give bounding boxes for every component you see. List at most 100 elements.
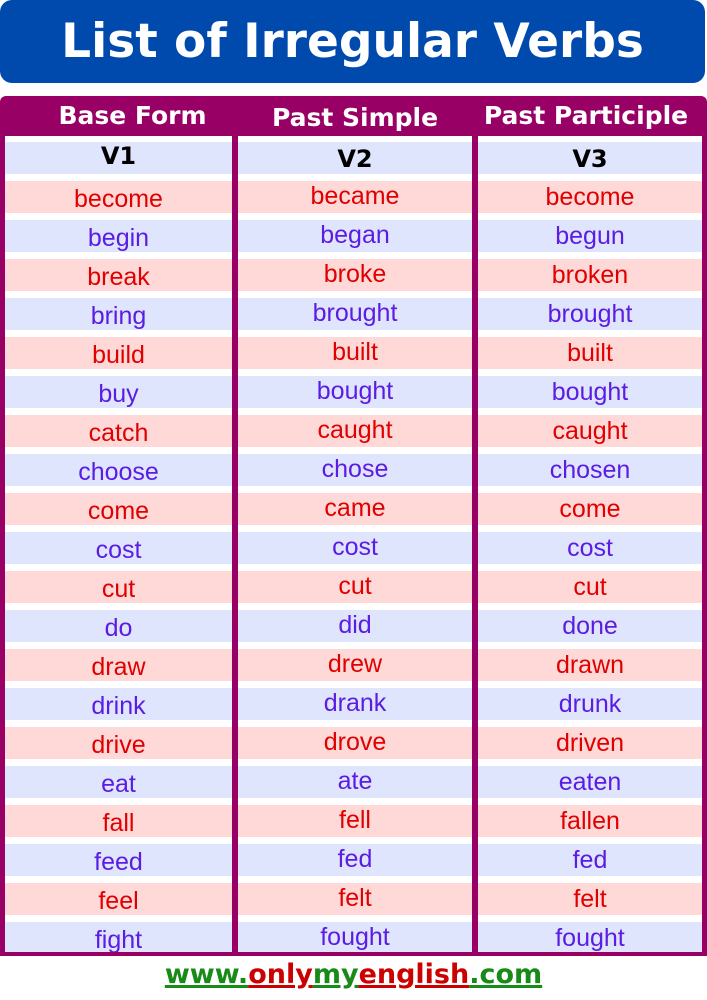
verb-text: drank bbox=[323, 689, 387, 717]
verb-cell-v1: choose bbox=[5, 454, 232, 486]
footer-part[interactable]: www. bbox=[165, 959, 248, 990]
verb-text: bought bbox=[551, 378, 629, 406]
verb-cell-v2: became bbox=[238, 181, 472, 213]
verb-text: brought bbox=[312, 299, 398, 327]
verb-cell-v3: chosen bbox=[478, 454, 702, 486]
verb-text: begun bbox=[555, 222, 625, 250]
verb-text: eaten bbox=[558, 768, 622, 796]
verb-text: began bbox=[320, 221, 390, 249]
verb-text: came bbox=[324, 494, 386, 522]
subheader-label: V1 bbox=[100, 142, 137, 170]
verb-text: fallen bbox=[560, 807, 620, 835]
verb-cell-v2: felt bbox=[238, 883, 472, 915]
verb-text: fought bbox=[320, 923, 390, 951]
footer-part[interactable]: english bbox=[359, 959, 470, 990]
verb-cell-v2: broke bbox=[238, 259, 472, 291]
verb-text: felt bbox=[338, 884, 372, 912]
verb-cell-v1: cost bbox=[5, 532, 232, 564]
verb-text: became bbox=[310, 182, 400, 210]
verb-cell-v1: do bbox=[5, 610, 232, 642]
column-v1: V1 become begin break bring build buy catch choo… bbox=[5, 136, 232, 952]
verb-cell-v3: brought bbox=[478, 298, 702, 330]
verb-cell-v1: eat bbox=[5, 766, 232, 798]
verb-cell-v1: come bbox=[5, 493, 232, 525]
verb-cell-v3: bought bbox=[478, 376, 702, 408]
subheader-label: V2 bbox=[337, 145, 373, 173]
verb-text: cut bbox=[338, 572, 372, 600]
verb-text: chose bbox=[321, 455, 389, 483]
verb-cell-v2: began bbox=[238, 220, 472, 252]
verb-text: catch bbox=[88, 419, 149, 447]
verb-cell-v1: bring bbox=[5, 298, 232, 330]
verb-text: did bbox=[338, 611, 372, 639]
verb-cell-v1: draw bbox=[5, 649, 232, 681]
verb-text: done bbox=[562, 612, 618, 640]
verb-text: cost bbox=[567, 534, 613, 562]
verb-text: fed bbox=[572, 846, 608, 874]
verb-text: fed bbox=[337, 845, 373, 873]
verb-cell-v2: brought bbox=[238, 298, 472, 330]
verb-cell-v3: fallen bbox=[478, 805, 702, 837]
verb-text: fight bbox=[94, 926, 143, 952]
verb-text: bring bbox=[90, 302, 147, 330]
verb-cell-v3: broken bbox=[478, 259, 702, 291]
verb-cell-v3: come bbox=[478, 493, 702, 525]
verb-text: cost bbox=[95, 536, 142, 564]
verb-cell-v2: cost bbox=[238, 532, 472, 564]
verb-cell-v1: catch bbox=[5, 415, 232, 447]
verb-text: cost bbox=[332, 533, 378, 561]
verb-cell-v2: drew bbox=[238, 649, 472, 681]
verb-cell-v2: fed bbox=[238, 844, 472, 876]
verb-cell-v2: fought bbox=[238, 922, 472, 952]
verb-text: ate bbox=[337, 767, 373, 795]
page-title: List of Irregular Verbs bbox=[0, 0, 705, 83]
verb-text: drew bbox=[327, 650, 383, 678]
verb-text: draw bbox=[91, 653, 146, 681]
verb-text: cut bbox=[101, 575, 136, 603]
verb-text: eat bbox=[101, 770, 136, 798]
verb-text: felt bbox=[573, 885, 607, 913]
verb-cell-v2: did bbox=[238, 610, 472, 642]
verb-text: broke bbox=[323, 260, 387, 288]
column-v3: V3 become begun broken brought built bought cau… bbox=[478, 136, 702, 952]
header-past-simple: Past Simple bbox=[271, 103, 439, 132]
verb-text: come bbox=[559, 495, 621, 523]
verb-cell-v2: ate bbox=[238, 766, 472, 798]
verb-cell-v3: cut bbox=[478, 571, 702, 603]
subheader-v3: V3 bbox=[478, 142, 702, 174]
verb-cell-v1: feel bbox=[5, 883, 232, 915]
verb-cell-v1: drink bbox=[5, 688, 232, 720]
verb-cell-v3: driven bbox=[478, 727, 702, 759]
verb-text: break bbox=[87, 263, 150, 291]
subheader-v2: V2 bbox=[238, 142, 472, 174]
verb-cell-v3: fed bbox=[478, 844, 702, 876]
verb-cell-v3: caught bbox=[478, 415, 702, 447]
verb-cell-v1: become bbox=[5, 181, 232, 213]
verb-text: come bbox=[87, 497, 150, 525]
verb-text: begin bbox=[87, 224, 150, 252]
verb-text: broken bbox=[551, 261, 629, 289]
footer-part[interactable]: my bbox=[313, 959, 359, 990]
verb-text: driven bbox=[555, 729, 625, 757]
footer-part[interactable]: .com bbox=[469, 959, 542, 990]
subheader-v1: V1 bbox=[5, 142, 232, 174]
verb-cell-v3: cost bbox=[478, 532, 702, 564]
verb-text: caught bbox=[552, 417, 628, 445]
verb-cell-v1: buy bbox=[5, 376, 232, 408]
verb-cell-v3: begun bbox=[478, 220, 702, 252]
verb-text: cut bbox=[573, 573, 607, 601]
verb-cell-v1: drive bbox=[5, 727, 232, 759]
verb-text: drunk bbox=[558, 690, 622, 718]
header-base-form: Base Form bbox=[58, 101, 207, 130]
verb-cell-v2: built bbox=[238, 337, 472, 369]
verb-cell-v3: fought bbox=[478, 922, 702, 952]
verb-cell-v3: drawn bbox=[478, 649, 702, 681]
verb-cell-v2: bought bbox=[238, 376, 472, 408]
verb-text: become bbox=[545, 183, 635, 211]
verb-cell-v1: fight bbox=[5, 922, 232, 952]
subheader-label: V3 bbox=[572, 145, 608, 173]
footer-part[interactable]: only bbox=[248, 959, 313, 990]
verb-text: choose bbox=[78, 458, 159, 486]
verb-cell-v1: break bbox=[5, 259, 232, 291]
website-footer[interactable]: www.onlymyenglish.com bbox=[0, 955, 707, 1000]
